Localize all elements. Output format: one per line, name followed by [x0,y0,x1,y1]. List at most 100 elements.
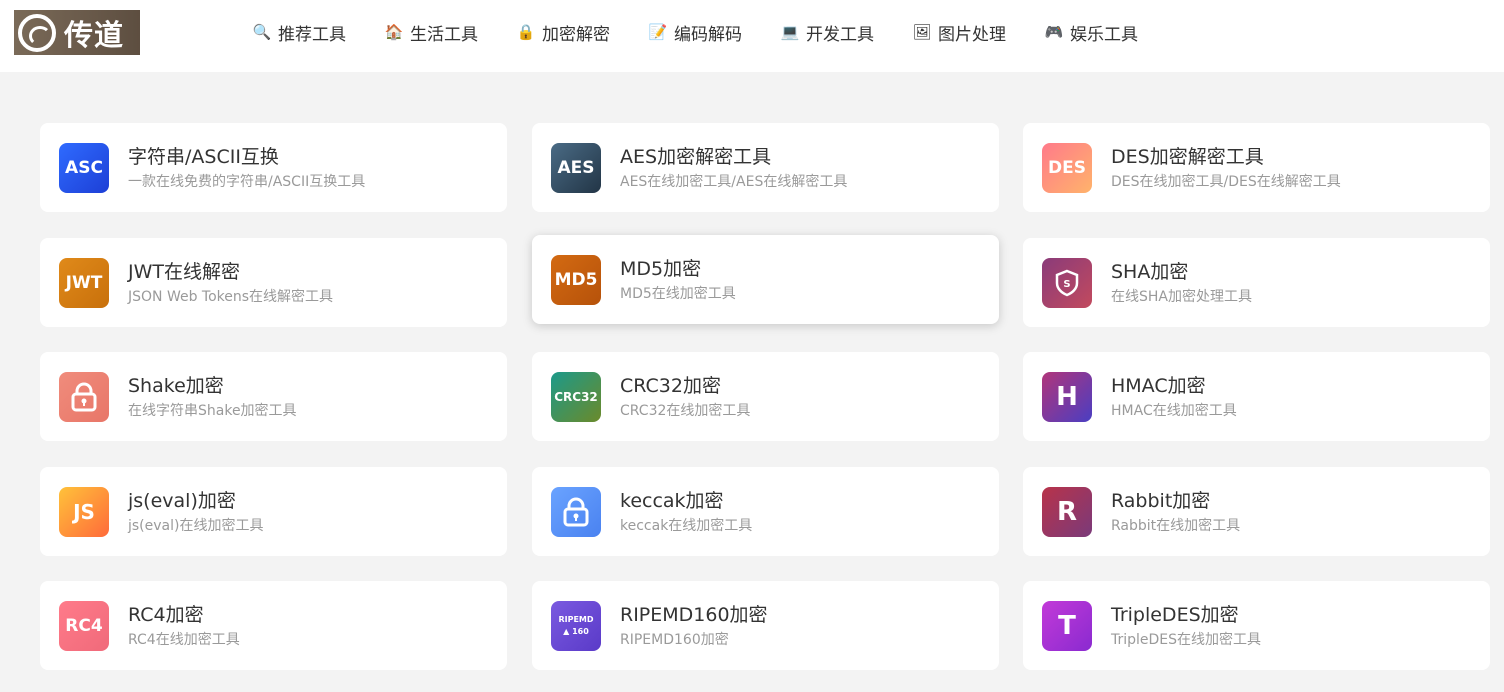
tool-text: AES加密解密工具 AES在线加密工具/AES在线解密工具 [620,145,847,191]
tile-label: CRC32 [554,389,598,404]
tool-card[interactable]: R Rabbit加密 Rabbit在线加密工具 [1023,467,1490,556]
nav-item[interactable]: 🖼 图片处理 [912,20,1006,45]
tool-icon: ASC [59,142,109,193]
tool-description: Rabbit在线加密工具 [1111,517,1241,534]
tool-title: RIPEMD160加密 [620,603,768,626]
tool-text: DES加密解密工具 DES在线加密工具/DES在线解密工具 [1111,145,1341,191]
tool-title: Shake加密 [128,374,224,397]
lock-icon [551,486,601,537]
tool-card[interactable]: keccak加密 keccak在线加密工具 [532,467,999,556]
lock-icon: 🔒 [516,22,536,41]
tool-icon: CRC32 [551,371,601,422]
tile-label: T [1058,610,1076,641]
nav-item[interactable]: 💻 开发工具 [780,20,874,45]
tool-text: SHA加密 在线SHA加密处理工具 [1111,260,1252,306]
tile-label: S [1063,279,1070,290]
tool-card[interactable]: RC4 RC4加密 RC4在线加密工具 [40,581,507,670]
tool-description: MD5在线加密工具 [620,285,736,302]
site-logo[interactable]: 传道 [14,10,140,55]
tool-card[interactable]: JS js(eval)加密 js(eval)在线加密工具 [40,467,507,556]
tool-description: RIPEMD160加密 [620,631,729,648]
main-nav: 🔍 推荐工具 🏠 生活工具 🔒 加密解密 📝 编码解码 💻 开发工具 🖼 图片处理 🎮 娱乐工具 [252,0,1176,64]
tool-description: 在线字符串Shake加密工具 [128,402,297,419]
nav-item[interactable]: 🔒 加密解密 [516,20,610,45]
tool-text: Shake加密在线字符串Shake加密工具 [128,374,297,420]
tile-label: AES [557,157,595,178]
tool-icon: MD5 [551,254,601,305]
nav-item-label: 娱乐工具 [1070,24,1138,45]
logo-mark-icon [18,13,56,52]
tool-card[interactable]: S SHA加密 在线SHA加密处理工具 [1023,238,1490,327]
tool-title: DES加密解密工具 [1111,145,1264,168]
tool-title: AES加密解密工具 [620,145,772,168]
tool-icon: JWT [59,257,109,308]
tool-text: TripleDES加密 TripleDES在线加密工具 [1111,603,1261,649]
tool-card[interactable]: ASC 字符串/ASCII互换一款在线免费的字符串/ASCII互换工具 [40,123,507,212]
house-icon: 🏠 [384,22,404,41]
tool-text: JWT在线解密 JSON Web Tokens在线解密工具 [128,260,333,306]
tool-title: Rabbit加密 [1111,489,1211,512]
tool-description: DES在线加密工具/DES在线解密工具 [1111,173,1341,190]
nav-item-label: 生活工具 [410,24,478,45]
nav-item[interactable]: 🔍 推荐工具 [252,20,346,45]
magnifier-icon: 🔍 [252,22,272,41]
tool-card[interactable]: RIPEMD ▲ 160 RIPEMD160加密 RIPEMD160加密 [532,581,999,670]
tool-icon: H [1042,371,1092,422]
tool-title: js(eval)加密 [128,489,236,512]
tile-label: RIPEMD [558,615,594,624]
tool-text: CRC32加密 CRC32在线加密工具 [620,374,750,420]
tool-title: TripleDES加密 [1111,603,1239,626]
tool-icon: AES [551,142,601,193]
tool-card[interactable]: CRC32 CRC32加密 CRC32在线加密工具 [532,352,999,441]
tool-icon: RC4 [59,600,109,651]
nav-item-label: 编码解码 [674,24,742,45]
tool-icon: RIPEMD ▲ 160 [551,600,601,651]
nav-item-label: 加密解密 [542,24,610,45]
tool-title: CRC32加密 [620,374,721,397]
tool-title: SHA加密 [1111,260,1189,283]
logo-text: 传道 [64,17,125,52]
tool-card[interactable]: T TripleDES加密 TripleDES在线加密工具 [1023,581,1490,670]
shield-icon: S [1042,257,1092,308]
tool-card[interactable]: DES DES加密解密工具 DES在线加密工具/DES在线解密工具 [1023,123,1490,212]
tool-title: JWT在线解密 [128,260,240,283]
tool-text: MD5加密 MD5在线加密工具 [620,257,736,303]
nav-item[interactable]: 🏠 生活工具 [384,20,478,45]
tool-card[interactable]: JWT JWT在线解密 JSON Web Tokens在线解密工具 [40,238,507,327]
tool-text: HMAC加密 HMAC在线加密工具 [1111,374,1237,420]
tool-description: js(eval)在线加密工具 [128,517,264,534]
tool-card[interactable]: H HMAC加密 HMAC在线加密工具 [1023,352,1490,441]
laptop-icon: 💻 [780,22,800,41]
tool-title: RC4加密 [128,603,204,626]
tile-sublabel: ▲ 160 [563,627,589,636]
tool-description: HMAC在线加密工具 [1111,402,1237,419]
tool-text: 字符串/ASCII互换一款在线免费的字符串/ASCII互换工具 [128,145,365,191]
gamepad-icon: 🎮 [1044,22,1064,41]
tool-description: 一款在线免费的字符串/ASCII互换工具 [128,173,366,190]
tool-card[interactable]: Shake加密在线字符串Shake加密工具 [40,352,507,441]
tool-title: 字符串/ASCII互换 [128,145,279,168]
header: 传道 🔍 推荐工具 🏠 生活工具 🔒 加密解密 📝 编码解码 💻 开发工具 🖼 图片处理 🎮 娱乐工具 [0,0,1504,72]
lock-icon [59,371,109,422]
picture-icon: 🖼 [912,22,932,41]
tile-label: MD5 [554,269,598,290]
tile-label: DES [1048,157,1086,178]
tool-text: RIPEMD160加密 RIPEMD160加密 [620,603,768,649]
tool-icon: DES [1042,142,1092,193]
tool-title: HMAC加密 [1111,374,1206,397]
nav-item-label: 图片处理 [938,24,1006,45]
nav-item[interactable]: 🎮 娱乐工具 [1044,20,1138,45]
tool-text: Rabbit加密 Rabbit在线加密工具 [1111,489,1240,535]
tool-description: JSON Web Tokens在线解密工具 [128,288,334,305]
tool-text: RC4加密 RC4在线加密工具 [128,603,240,649]
nav-item-label: 开发工具 [806,24,874,45]
tool-card[interactable]: MD5 MD5加密 MD5在线加密工具 [532,235,999,324]
tile-label: JS [73,499,95,524]
tool-icon: R [1042,486,1092,537]
nav-item[interactable]: 📝 编码解码 [648,20,742,45]
tool-description: CRC32在线加密工具 [620,402,751,419]
tool-title: MD5加密 [620,257,702,280]
nav-item-label: 推荐工具 [278,24,346,45]
tool-icon: JS [59,486,109,537]
tool-card[interactable]: AES AES加密解密工具 AES在线加密工具/AES在线解密工具 [532,123,999,212]
